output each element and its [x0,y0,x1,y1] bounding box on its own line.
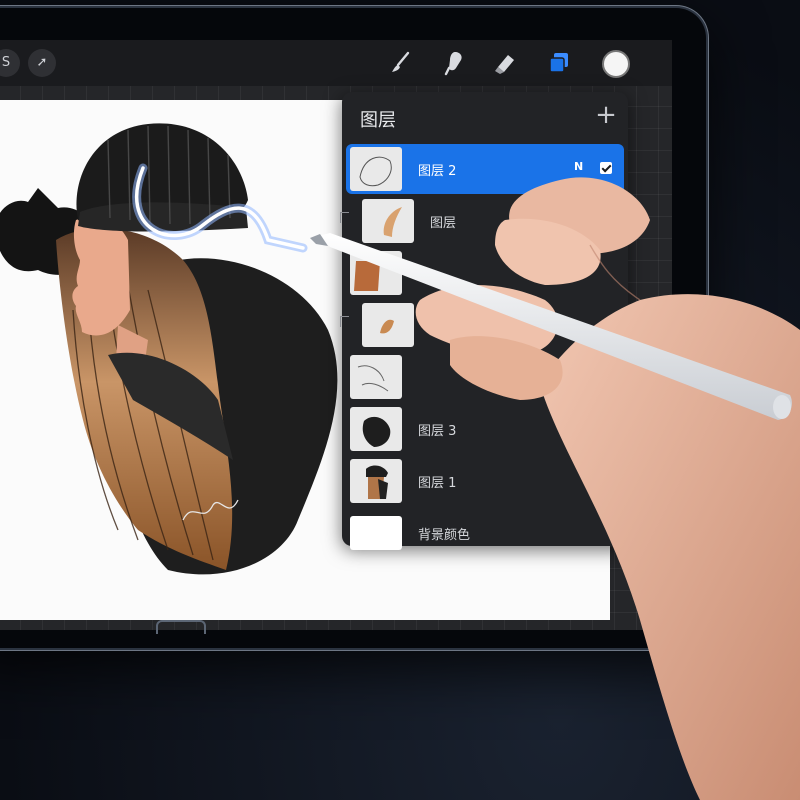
product-scene: S ➚ 图层 + 图层 2 N 图层 图层 3 图层 1 背景颜色 [0,0,800,800]
hand-with-stylus [310,177,800,800]
